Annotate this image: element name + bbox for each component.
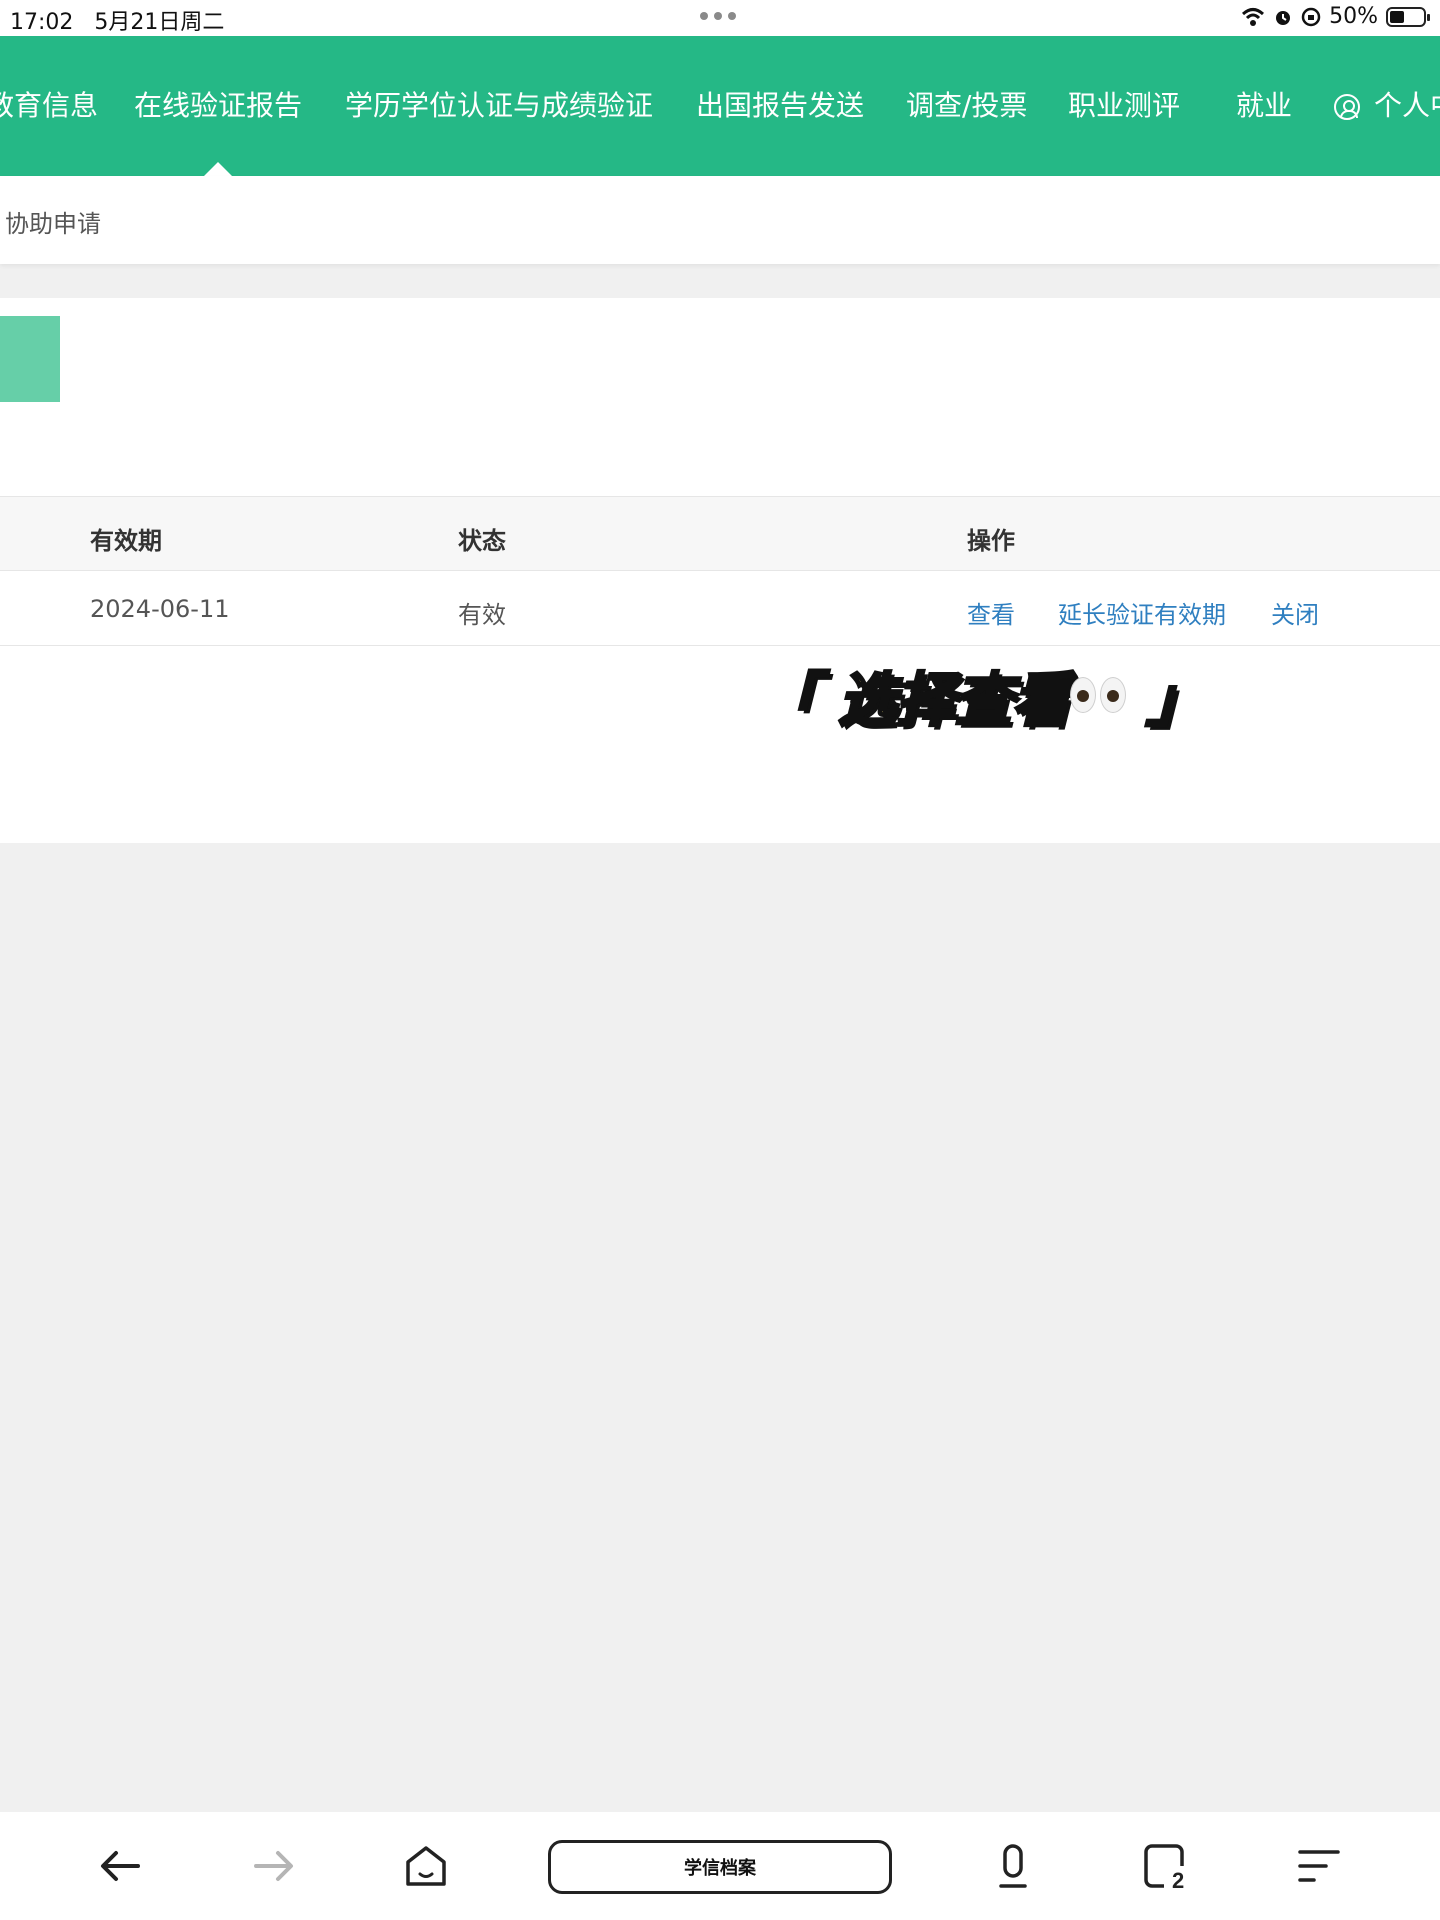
nav-item-career-test[interactable]: 职业测评 xyxy=(1068,84,1180,124)
nav-item-overseas-report[interactable]: 出国报告发送 xyxy=(696,84,864,124)
nav-item-degree-certification[interactable]: 学历学位认证与成绩验证 xyxy=(345,84,653,124)
header-status: 状态 xyxy=(458,527,506,555)
annotation-sticker: 「 选择查看 」 xyxy=(758,655,1206,736)
tab-count: 2 xyxy=(1172,1868,1184,1890)
status-clock: 17:02 xyxy=(10,10,74,35)
apply-button[interactable] xyxy=(0,316,60,402)
tabs-icon[interactable]: 2 xyxy=(1142,1842,1190,1890)
status-time: 17:02 5月21日周二 xyxy=(10,4,224,36)
report-panel: 有效期 状态 操作 2024-06-11 有效 查看 延长验证有效期 关闭 xyxy=(0,298,1440,843)
battery-icon xyxy=(1386,6,1430,27)
nav-item-user-center[interactable]: 个人中心 xyxy=(1334,84,1440,124)
active-tab-caret xyxy=(204,162,232,176)
menu-icon[interactable] xyxy=(1296,1842,1344,1890)
assist-apply-link[interactable]: 协助申请 xyxy=(5,204,101,239)
home-icon[interactable] xyxy=(402,1842,450,1890)
view-link[interactable]: 查看 xyxy=(967,595,1015,630)
microphone-icon[interactable] xyxy=(989,1842,1037,1890)
nav-item-employment[interactable]: 就业 xyxy=(1236,84,1292,124)
eyes-icon xyxy=(1070,677,1127,713)
cell-expiry: 2024-06-11 xyxy=(90,595,230,623)
alarm-icon xyxy=(1276,10,1291,25)
status-date: 5月21日周二 xyxy=(94,10,225,35)
cell-status: 有效 xyxy=(458,601,506,629)
status-bar: 17:02 5月21日周二 50% xyxy=(0,0,1440,36)
browser-bottom-bar: 学信档案 2 xyxy=(0,1812,1440,1920)
top-navigation: 教育信息 在线验证报告 学历学位认证与成绩验证 出国报告发送 调查/投票 职业测… xyxy=(0,36,1440,176)
back-arrow-icon[interactable] xyxy=(96,1842,144,1890)
extend-validity-link[interactable]: 延长验证有效期 xyxy=(1058,595,1226,630)
user-icon xyxy=(1334,94,1360,120)
status-right: 50% xyxy=(1241,4,1430,29)
sticker-close-bracket: 」 xyxy=(1145,665,1206,736)
sticker-text: 「 选择查看 xyxy=(758,665,1071,736)
multitask-dots-icon[interactable] xyxy=(700,12,736,20)
user-center-label: 个人中心 xyxy=(1374,89,1440,122)
address-text: 学信档案 xyxy=(684,1858,756,1879)
header-actions: 操作 xyxy=(967,527,1015,555)
forward-arrow-icon[interactable] xyxy=(250,1842,298,1890)
address-bar[interactable]: 学信档案 xyxy=(548,1840,892,1894)
battery-percent: 50% xyxy=(1329,4,1378,29)
header-expiry: 有效期 xyxy=(90,527,162,555)
table-header: 有效期 状态 操作 xyxy=(0,496,1440,571)
nav-item-online-verification[interactable]: 在线验证报告 xyxy=(134,84,302,124)
sub-navigation: 协助申请 xyxy=(0,176,1440,264)
nav-item-survey-vote[interactable]: 调查/投票 xyxy=(906,84,1027,124)
wifi-icon xyxy=(1242,7,1265,26)
nav-item-education-info[interactable]: 教育信息 xyxy=(0,84,98,124)
rotation-lock-icon xyxy=(1301,7,1321,26)
close-link[interactable]: 关闭 xyxy=(1271,595,1319,630)
table-row: 2024-06-11 有效 查看 延长验证有效期 关闭 xyxy=(0,571,1440,646)
